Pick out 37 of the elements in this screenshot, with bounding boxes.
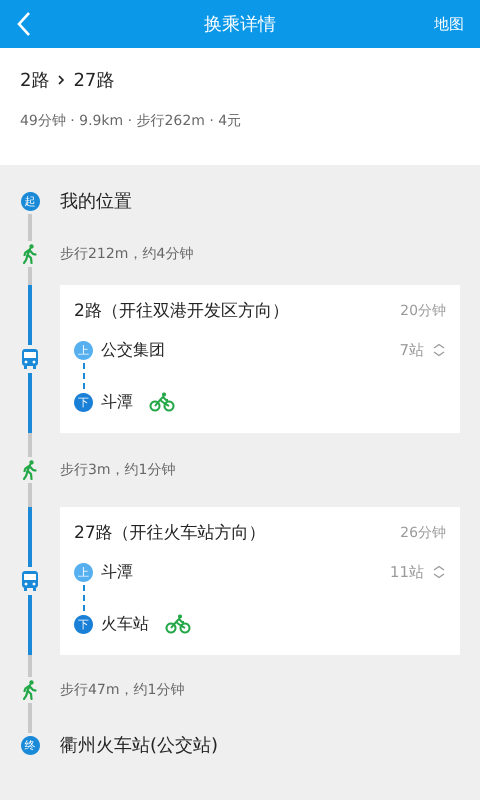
stop-count[interactable]: 7站 (399, 340, 424, 360)
bus-segment-card[interactable]: 27路（开往火车站方向） 26分钟 上 斗潭 11站 下 火车站 (60, 507, 460, 655)
stop-name: 斗潭 (101, 392, 133, 412)
bus-icon (21, 570, 39, 592)
route-name: 27路 (73, 69, 114, 92)
walk-instruction: 步行47m，约1分钟 (60, 681, 184, 699)
bus-line: 2路（开往双港开发区方向） (74, 300, 289, 322)
map-button[interactable]: 地图 (434, 14, 464, 34)
stop-name: 公交集团 (101, 340, 165, 360)
chevron-icon (57, 74, 66, 86)
destination: 衢州火车站(公交站) (60, 734, 218, 757)
walking-person-icon (23, 460, 37, 480)
walk-instruction: 步行212m，约4分钟 (60, 244, 194, 262)
walking-person-icon (23, 680, 37, 700)
page-title: 换乘详情 (204, 14, 276, 35)
board-badge: 上 (74, 340, 93, 360)
ride-duration: 26分钟 (400, 524, 446, 542)
walk-instruction: 步行3m，约1分钟 (60, 461, 176, 479)
start-location: 我的位置 (60, 190, 132, 213)
end-badge: 终 (20, 736, 40, 754)
stop-name: 斗潭 (101, 562, 133, 582)
board-badge: 上 (74, 562, 93, 582)
expand-collapse-icon[interactable] (432, 343, 446, 357)
start-badge: 起 (20, 192, 40, 210)
bus-line: 27路（开往火车站方向） (74, 522, 266, 544)
trip-details: 49分钟 · 9.9km · 步行262m · 4元 (20, 112, 242, 130)
stop-name: 火车站 (101, 614, 149, 634)
stop-count[interactable]: 11站 (390, 562, 424, 582)
ride-duration: 20分钟 (400, 302, 446, 320)
route-name: 2路 (20, 69, 50, 92)
back-icon[interactable] (16, 11, 32, 37)
alight-badge: 下 (74, 392, 93, 412)
bus-segment-card[interactable]: 2路（开往双港开发区方向） 20分钟 上 公交集团 7站 下 斗潭 (60, 285, 460, 433)
alight-badge: 下 (74, 614, 93, 634)
expand-collapse-icon[interactable] (432, 565, 446, 579)
bus-icon (21, 348, 39, 370)
walking-person-icon (23, 244, 37, 264)
